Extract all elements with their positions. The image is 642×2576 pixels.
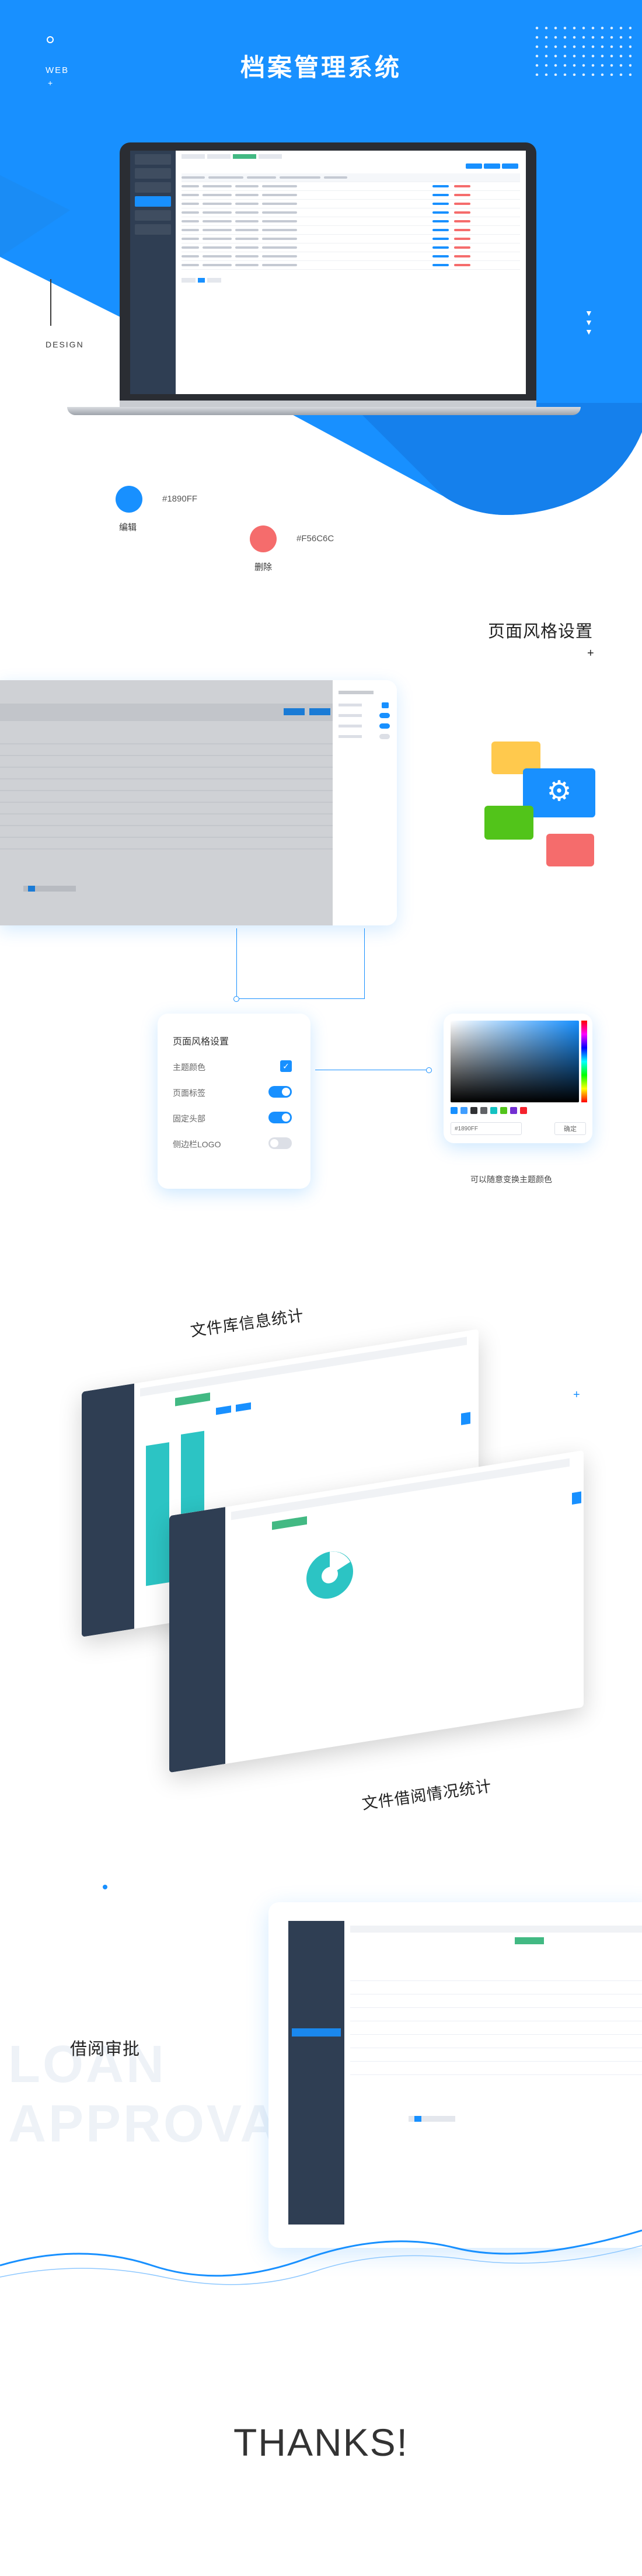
color-confirm-button[interactable]: 确定 [554, 1122, 586, 1135]
tile-green [484, 806, 533, 840]
theme-color-checkbox[interactable]: ✓ [280, 1060, 292, 1072]
danger-color-swatch [250, 525, 277, 552]
preset-swatch[interactable] [460, 1107, 467, 1114]
sidebar-logo-toggle[interactable] [268, 1137, 292, 1149]
setting-fixed-header-label: 固定头部 [173, 1114, 205, 1123]
gear-icon: ⚙ [546, 776, 572, 807]
pie-chart [306, 1551, 353, 1599]
preset-swatch[interactable] [490, 1107, 497, 1114]
web-dot-icon [47, 36, 54, 43]
connector-dot-icon [426, 1067, 432, 1073]
style-demo-screenshot [0, 680, 397, 925]
connector-line [236, 928, 365, 999]
tile-red [546, 834, 594, 866]
section-title-loan-approval: 借阅审批 [70, 2040, 141, 2059]
laptop-base [67, 407, 581, 415]
style-settings-panel [333, 680, 397, 925]
setting-sidebar-logo-label: 侧边栏LOGO [173, 1140, 221, 1149]
preset-swatch[interactable] [480, 1107, 487, 1114]
danger-color-caption: 删除 [254, 562, 273, 572]
laptop-mockup [120, 142, 536, 401]
setting-page-tags-label: 页面标签 [173, 1088, 205, 1098]
mini-sidebar [130, 151, 176, 394]
plus-icon: + [587, 647, 594, 660]
preset-swatch[interactable] [510, 1107, 517, 1114]
page-title: 档案管理系统 [240, 54, 402, 81]
danger-color-hex: #F56C6C [296, 534, 334, 544]
thanks-heading: THANKS! [233, 2421, 409, 2464]
preset-swatch[interactable] [500, 1107, 507, 1114]
section-title-page-style: 页面风格设置 [488, 622, 594, 641]
color-picker-card: #1890FF 确定 [444, 1014, 592, 1143]
settings-card: 页面风格设置 主题颜色 ✓ 页面标签 固定头部 侧边栏LOGO [158, 1014, 310, 1189]
fixed-header-toggle[interactable] [268, 1112, 292, 1123]
chevron-stack-icon: ▼ ▼ ▼ [585, 308, 593, 336]
connector-dot-icon [233, 996, 239, 1002]
decorative-dot [103, 1885, 107, 1889]
settings-card-title: 页面风格设置 [173, 1037, 229, 1047]
primary-color-hex: #1890FF [162, 494, 198, 504]
section-title-borrow-stats: 文件借阅情况统计 [361, 1777, 493, 1813]
setting-theme-color-label: 主题颜色 [173, 1063, 205, 1072]
color-hex-input[interactable]: #1890FF [451, 1122, 522, 1135]
mini-table [176, 151, 526, 394]
primary-color-swatch [116, 486, 142, 513]
color-gradient-panel[interactable] [451, 1021, 579, 1102]
design-vertical-line [50, 279, 51, 326]
hue-slider[interactable] [581, 1021, 587, 1102]
dimmed-app-overlay [0, 680, 333, 925]
page-tags-toggle[interactable] [268, 1086, 292, 1098]
preset-swatch[interactable] [520, 1107, 527, 1114]
preset-swatch[interactable] [470, 1107, 477, 1114]
laptop-screen [130, 151, 526, 394]
section-title-library-stats: 文件库信息统计 [189, 1306, 305, 1340]
bar-chart-bar [146, 1442, 169, 1586]
primary-color-caption: 编辑 [119, 523, 137, 532]
wave-decoration [0, 2229, 642, 2285]
preset-swatches [451, 1107, 527, 1114]
design-label: DESIGN [46, 340, 84, 349]
picker-caption: 可以随意变换主题颜色 [470, 1175, 552, 1184]
plus-icon: + [573, 1388, 580, 1401]
preset-swatch[interactable] [451, 1107, 458, 1114]
